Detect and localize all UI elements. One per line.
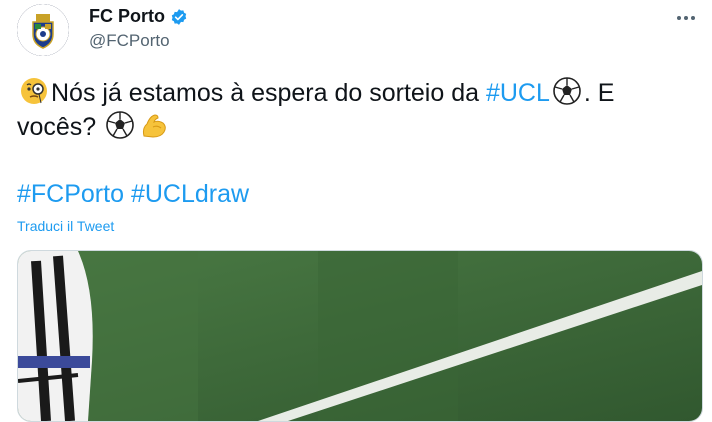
monocle-face-icon xyxy=(21,78,47,104)
tweet-line2: vocês? xyxy=(17,113,97,141)
display-name[interactable]: FC Porto xyxy=(89,6,165,27)
hashtag-line: #FCPorto #UCLdraw xyxy=(17,177,249,211)
translate-tweet-link[interactable]: Traduci il Tweet xyxy=(17,218,114,234)
account-names: FC Porto @FCPorto xyxy=(89,6,188,51)
tweet-media[interactable] xyxy=(17,250,703,422)
hashtag-ucl[interactable]: #UCL xyxy=(486,79,550,107)
hashtag-fcporto[interactable]: #FCPorto xyxy=(17,180,124,208)
tweet-line1-end: . E xyxy=(583,79,615,107)
avatar[interactable] xyxy=(17,4,69,56)
hashtag-ucldraw[interactable]: #UCLdraw xyxy=(131,180,249,208)
more-options-icon[interactable] xyxy=(672,8,700,28)
soccer-ball-icon xyxy=(106,111,134,139)
tweet-line1: Nós já estamos à espera do sorteio da xyxy=(51,79,486,107)
fc-porto-crest-icon xyxy=(17,4,69,56)
football-pitch-image xyxy=(18,251,702,421)
tweet-text: Nós já estamos à espera do sorteio da #U… xyxy=(17,76,687,144)
verified-badge-icon xyxy=(171,8,187,25)
tweet-header: FC Porto @FCPorto xyxy=(17,4,712,58)
soccer-ball-icon xyxy=(553,77,581,105)
account-handle[interactable]: @FCPorto xyxy=(89,31,188,51)
flexed-biceps-icon xyxy=(143,114,166,138)
